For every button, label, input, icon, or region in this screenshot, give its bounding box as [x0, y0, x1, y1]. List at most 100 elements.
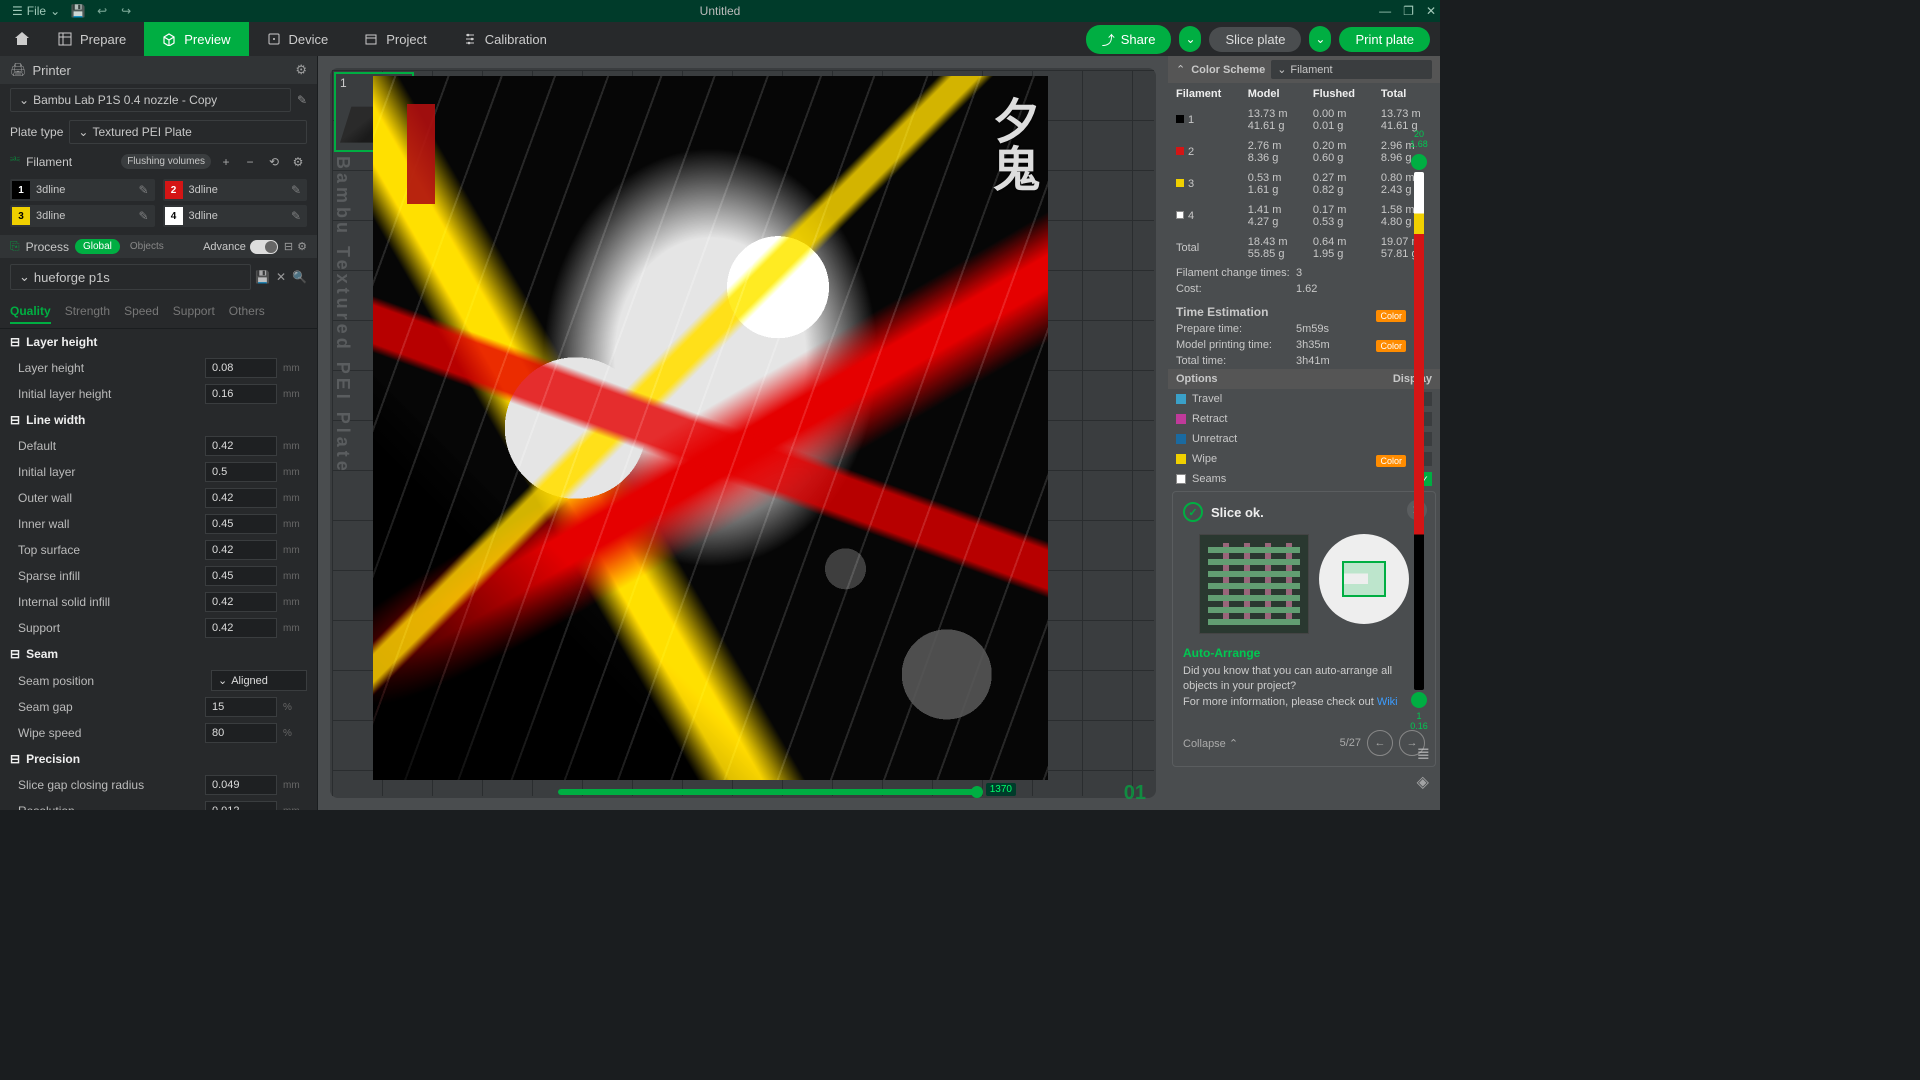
- param-input[interactable]: [205, 697, 277, 717]
- param-input[interactable]: [205, 540, 277, 560]
- filament-slot[interactable]: 2 3dline ✎: [163, 179, 308, 201]
- vertical-layer-slider[interactable]: 201.68 10.16: [1408, 130, 1430, 732]
- viewport[interactable]: Bambu Textured PEI Plate 1 夕鬼 1370 01: [318, 56, 1168, 810]
- calibration-icon: [463, 32, 477, 46]
- tip-image-after: [1319, 534, 1409, 624]
- filament-slot[interactable]: 3 3dline ✎: [10, 205, 155, 227]
- kanji-graphic: 夕鬼: [975, 96, 1035, 276]
- param-input[interactable]: [205, 384, 277, 404]
- objects-tab[interactable]: Objects: [126, 239, 168, 254]
- edit-filament-icon[interactable]: ✎: [134, 209, 152, 223]
- left-panel: 🖨 Printer ⚙ ⌄ Bambu Lab P1S 0.4 nozzle -…: [0, 56, 318, 810]
- param-tab-support[interactable]: Support: [173, 300, 215, 324]
- slider-top-handle[interactable]: [1411, 154, 1427, 170]
- tab-device[interactable]: Device: [249, 22, 347, 56]
- share-button[interactable]: ⤴ Share: [1086, 25, 1172, 54]
- param-input[interactable]: [205, 592, 277, 612]
- tab-preview[interactable]: Preview: [144, 22, 248, 56]
- gear-icon[interactable]: ⚙: [295, 62, 307, 78]
- chevron-down-icon: ⌄: [1277, 63, 1286, 76]
- param-input[interactable]: [205, 462, 277, 482]
- flushing-volumes-button[interactable]: Flushing volumes: [121, 154, 211, 169]
- edit-icon[interactable]: ✎: [297, 93, 307, 107]
- param-input[interactable]: [205, 436, 277, 456]
- add-filament-button[interactable]: +: [217, 155, 235, 169]
- color-change-tag[interactable]: Color: [1376, 455, 1406, 467]
- print-dropdown-button[interactable]: ⌄: [1309, 26, 1331, 52]
- section-title[interactable]: ⊟Line width: [0, 407, 317, 433]
- home-button[interactable]: [4, 22, 40, 56]
- param-tab-strength[interactable]: Strength: [65, 300, 110, 324]
- section-title[interactable]: ⊟Precision: [0, 746, 317, 772]
- print-plate-button[interactable]: Print plate: [1339, 27, 1430, 52]
- horizontal-layer-slider[interactable]: 1370: [558, 789, 978, 795]
- collapse-icon[interactable]: ⌃: [1176, 63, 1185, 76]
- collapse-button[interactable]: Collapse ⌃: [1183, 737, 1238, 750]
- close-icon[interactable]: ✕: [1426, 4, 1436, 18]
- option-swatch: [1176, 454, 1186, 464]
- redo-icon[interactable]: ↪: [114, 1, 138, 21]
- variable-layer-icon[interactable]: ≣: [1417, 744, 1430, 764]
- layers-icon[interactable]: ◈: [1417, 772, 1430, 792]
- color-change-tag[interactable]: Color: [1376, 340, 1406, 352]
- tab-project[interactable]: Project: [346, 22, 444, 56]
- maximize-icon[interactable]: ❐: [1403, 4, 1414, 18]
- printer-preset-dropdown[interactable]: ⌄ Bambu Lab P1S 0.4 nozzle - Copy: [10, 88, 291, 112]
- prepare-time-value: 5m59s: [1296, 323, 1329, 335]
- delete-preset-icon[interactable]: ✕: [276, 270, 286, 284]
- slider-bottom-handle[interactable]: [1411, 692, 1427, 708]
- param-input[interactable]: [205, 566, 277, 586]
- slider-track[interactable]: [1414, 172, 1424, 690]
- check-circle-icon: ✓: [1183, 502, 1203, 522]
- minimize-icon[interactable]: —: [1379, 4, 1391, 18]
- tab-calibration[interactable]: Calibration: [445, 22, 565, 56]
- section-title[interactable]: ⊟Seam: [0, 641, 317, 667]
- color-scheme-dropdown[interactable]: ⌄ Filament: [1271, 60, 1432, 79]
- param-unit: mm: [283, 623, 307, 634]
- param-input[interactable]: [205, 488, 277, 508]
- param-label: Wipe speed: [18, 726, 199, 740]
- param-tab-others[interactable]: Others: [229, 300, 265, 324]
- param-unit: mm: [283, 519, 307, 530]
- param-label: Default: [18, 439, 199, 453]
- slice-plate-button[interactable]: Slice plate: [1209, 27, 1301, 52]
- filament-slot[interactable]: 1 3dline ✎: [10, 179, 155, 201]
- window-title: Untitled: [700, 4, 741, 18]
- save-preset-icon[interactable]: 💾: [255, 270, 270, 284]
- edit-filament-icon[interactable]: ✎: [287, 183, 305, 197]
- slice-dropdown-button[interactable]: ⌄: [1179, 26, 1201, 52]
- param-input[interactable]: [205, 618, 277, 638]
- prepare-time-label: Prepare time:: [1176, 323, 1296, 335]
- section-title[interactable]: ⊟Layer height: [0, 329, 317, 355]
- undo-icon[interactable]: ↩: [90, 1, 114, 21]
- param-tab-quality[interactable]: Quality: [10, 300, 51, 324]
- param-input[interactable]: [205, 358, 277, 378]
- compare-icon[interactable]: ⊟: [284, 240, 293, 253]
- sync-ams-icon[interactable]: ⟲: [265, 155, 283, 169]
- file-menu[interactable]: ☰ File ⌄: [6, 2, 66, 20]
- plate-type-dropdown[interactable]: ⌄ Textured PEI Plate: [69, 120, 307, 144]
- param-input[interactable]: [205, 775, 277, 795]
- remove-filament-button[interactable]: −: [241, 155, 259, 169]
- color-change-tag[interactable]: Color: [1376, 310, 1406, 322]
- save-icon[interactable]: 💾: [66, 1, 90, 21]
- param-dropdown[interactable]: ⌄Aligned: [211, 670, 307, 691]
- param-input[interactable]: [205, 723, 277, 743]
- gear-icon[interactable]: ⚙: [297, 240, 307, 253]
- edit-filament-icon[interactable]: ✎: [134, 183, 152, 197]
- global-tab[interactable]: Global: [75, 239, 120, 254]
- process-preset-dropdown[interactable]: ⌄ hueforge p1s: [10, 264, 251, 290]
- slider-handle[interactable]: [971, 786, 983, 798]
- param-input[interactable]: [205, 514, 277, 534]
- tip-prev-button[interactable]: ←: [1367, 730, 1393, 756]
- edit-filament-icon[interactable]: ✎: [287, 209, 305, 223]
- tab-prepare[interactable]: Prepare: [40, 22, 144, 56]
- filament-slot[interactable]: 4 3dline ✎: [163, 205, 308, 227]
- cost-label: Cost:: [1176, 283, 1296, 295]
- advance-toggle[interactable]: [250, 240, 278, 254]
- gear-icon[interactable]: ⚙: [289, 155, 307, 169]
- param-tab-speed[interactable]: Speed: [124, 300, 159, 324]
- param-input[interactable]: [205, 801, 277, 810]
- search-icon[interactable]: 🔍: [292, 270, 307, 284]
- wiki-link[interactable]: Wiki: [1377, 696, 1398, 708]
